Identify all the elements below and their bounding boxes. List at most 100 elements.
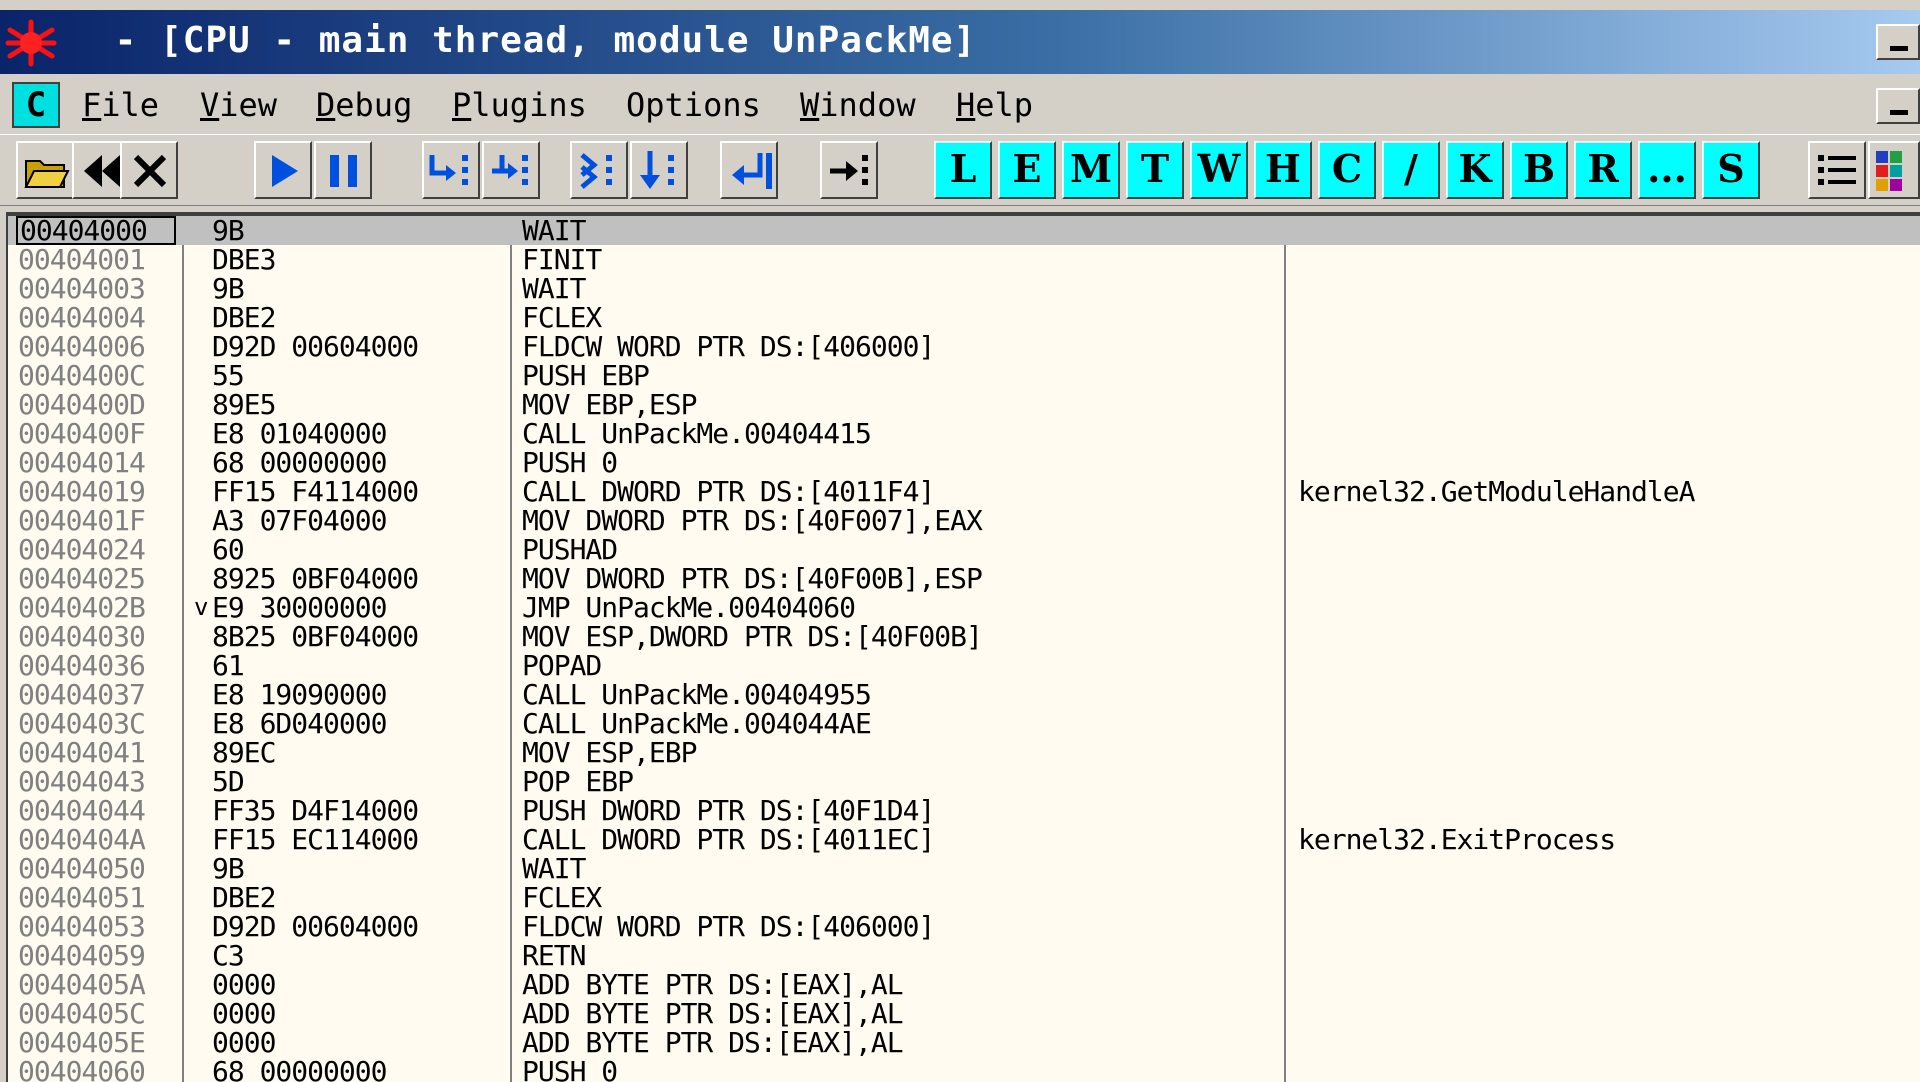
pause-button[interactable] (314, 141, 372, 199)
hex-dump-cell: 0000 (212, 968, 276, 1001)
list-icon (1818, 155, 1856, 185)
disasm-row[interactable]: 00404044 FF35 D4F14000 PUSH DWORD PTR DS:[… (8, 796, 1920, 825)
disasm-row[interactable]: 00404003 9B WAIT (8, 274, 1920, 303)
toolbar-memory-map-button[interactable]: M (1062, 141, 1120, 199)
address-cell: 00404006 (18, 330, 146, 363)
execute-till-return-button[interactable] (720, 141, 778, 199)
disasm-row[interactable]: 0040403C E8 6D040000 CALL UnPackMe.004044A… (8, 709, 1920, 738)
disasm-row[interactable]: 00404006 D92D 00604000 FLDCW WORD PTR DS:[… (8, 332, 1920, 361)
disasm-row[interactable]: 00404019 FF15 F4114000 CALL DWORD PTR DS:[… (8, 477, 1920, 506)
menu-label: Options (626, 86, 761, 124)
disassembly-pane[interactable]: 00404000 9B WAIT 00404001 DBE3 FINIT 00404003 9… (6, 212, 1920, 1082)
comment-cell: kernel32.ExitProcess (1298, 823, 1616, 856)
hex-dump-cell: C3 (212, 939, 245, 972)
disassembly-cell: CALL DWORD PTR DS:[4011EC] (522, 823, 935, 856)
disasm-row[interactable]: 00404014 68 00000000 PUSH 0 (8, 448, 1920, 477)
toolbar-patches-button[interactable]: / (1382, 141, 1440, 199)
menu-options[interactable]: Options (626, 84, 761, 126)
disasm-row[interactable]: 0040405E 0000 ADD BYTE PTR DS:[EAX],AL (8, 1028, 1920, 1057)
close-program-button[interactable] (120, 141, 178, 199)
disasm-row[interactable]: 00404004 DBE2 FCLEX (8, 303, 1920, 332)
go-to-origin-icon (830, 155, 868, 185)
disassembly-cell: MOV DWORD PTR DS:[40F00B],ESP (522, 562, 983, 595)
disasm-row[interactable]: 00404036 61 POPAD (8, 651, 1920, 680)
menu-window[interactable]: Window (800, 84, 916, 126)
hex-dump-cell: DBE2 (212, 881, 276, 914)
execute-till-return-icon (732, 153, 772, 189)
hex-dump-cell: DBE2 (212, 301, 276, 334)
hex-dump-cell: 89EC (212, 736, 276, 769)
menu-mnemonic: P (452, 86, 472, 124)
menu-debug[interactable]: Debug (316, 84, 412, 126)
disasm-row[interactable]: 0040405C 0000 ADD BYTE PTR DS:[EAX],AL (8, 999, 1920, 1028)
disasm-row[interactable]: 00404041 89EC MOV ESP,EBP (8, 738, 1920, 767)
toolbar-breakpoints-button[interactable]: B (1510, 141, 1568, 199)
menu-mnemonic: D (316, 86, 336, 124)
disasm-row[interactable]: 00404053 D92D 00604000 FLDCW WORD PTR DS:[… (8, 912, 1920, 941)
address-cell: 00404060 (18, 1055, 146, 1082)
hex-dump-cell: 5D (212, 765, 245, 798)
menu-mnemonic: V (200, 86, 220, 124)
step-over-button[interactable] (482, 141, 540, 199)
toolbar-executable-modules-button[interactable]: E (998, 141, 1056, 199)
toolbar-log-button[interactable]: L (934, 141, 992, 199)
menu-help[interactable]: Help (956, 84, 1033, 126)
ollydbg-bug-icon[interactable] (4, 18, 58, 68)
toolbar-call-stack-button[interactable]: K (1446, 141, 1504, 199)
menu-file[interactable]: File (82, 84, 159, 126)
disassembly-cell: FLDCW WORD PTR DS:[406000] (522, 330, 935, 363)
hex-dump-cell: 61 (212, 649, 245, 682)
disasm-row[interactable]: 00404051 DBE2 FCLEX (8, 883, 1920, 912)
disasm-row[interactable]: 0040400C 55 PUSH EBP (8, 361, 1920, 390)
disassembly-cell: CALL UnPackMe.00404415 (522, 417, 872, 450)
disassembly-cell: PUSH 0 (522, 1055, 618, 1082)
minimize-button[interactable] (1876, 24, 1920, 60)
disasm-row[interactable]: 0040404A FF15 EC114000 CALL DWORD PTR DS:[… (8, 825, 1920, 854)
disasm-row-selected[interactable]: 00404000 9B WAIT (8, 216, 1920, 245)
trace-into-icon (580, 153, 612, 189)
disasm-row[interactable]: 00404024 60 PUSHAD (8, 535, 1920, 564)
toolbar-threads-button[interactable]: T (1126, 141, 1184, 199)
view-options-button[interactable] (1808, 141, 1866, 199)
trace-over-button[interactable] (630, 141, 688, 199)
menu-view[interactable]: View (200, 84, 277, 126)
toolbar-handles-button[interactable]: H (1254, 141, 1312, 199)
open-button[interactable] (16, 141, 74, 199)
disasm-row[interactable]: 0040402B E9 30000000 JMP UnPackMe.00404060… (8, 593, 1920, 622)
disasm-row[interactable]: 00404059 C3 RETN (8, 941, 1920, 970)
toolbar-references-button[interactable]: R (1574, 141, 1632, 199)
disassembly-cell: WAIT (522, 272, 586, 305)
disasm-row[interactable]: 0040400F E8 01040000 CALL UnPackMe.0040441… (8, 419, 1920, 448)
go-to-origin-button[interactable] (820, 141, 878, 199)
disassembly-cell: PUSH 0 (522, 446, 618, 479)
cpu-window-icon[interactable]: C (12, 82, 60, 128)
open-icon (24, 160, 70, 188)
toolbar: L E M T W H C / K B R... S (0, 134, 1920, 206)
run-button[interactable] (254, 141, 312, 199)
trace-into-button[interactable] (570, 141, 628, 199)
disasm-row[interactable]: 00404037 E8 19090000 CALL UnPackMe.0040495… (8, 680, 1920, 709)
toolbar-source-button[interactable]: S (1702, 141, 1760, 199)
disassembly-cell: ADD BYTE PTR DS:[EAX],AL (522, 1026, 904, 1059)
disasm-row[interactable]: 0040401F A3 07F04000 MOV DWORD PTR DS:[40F… (8, 506, 1920, 535)
minimize-icon (1890, 46, 1908, 51)
disasm-row[interactable]: 00404043 5D POP EBP (8, 767, 1920, 796)
disasm-row[interactable]: 00404060 68 00000000 PUSH 0 (8, 1057, 1920, 1082)
hex-dump-cell: FF15 F4114000 (212, 475, 419, 508)
menu-plugins[interactable]: Plugins (452, 84, 587, 126)
mdi-minimize-button[interactable] (1876, 88, 1920, 124)
disasm-row[interactable]: 0040405A 0000 ADD BYTE PTR DS:[EAX],AL (8, 970, 1920, 999)
step-into-button[interactable] (422, 141, 480, 199)
toolbar-run-trace-button[interactable]: ... (1638, 141, 1696, 199)
disasm-row[interactable]: 00404025 8925 0BF04000 MOV DWORD PTR DS:[4… (8, 564, 1920, 593)
address-cell: 0040400F (18, 417, 146, 450)
toolbar-windows-button[interactable]: W (1190, 141, 1248, 199)
hex-dump-cell: 9B (212, 852, 245, 885)
disasm-row[interactable]: 00404030 8B25 0BF04000 MOV ESP,DWORD PTR D… (8, 622, 1920, 651)
disasm-row[interactable]: 0040400D 89E5 MOV EBP,ESP (8, 390, 1920, 419)
disassembly-cell: FLDCW WORD PTR DS:[406000] (522, 910, 935, 943)
toolbar-cpu-button[interactable]: C (1318, 141, 1376, 199)
disasm-row[interactable]: 00404001 DBE3 FINIT (8, 245, 1920, 274)
colors-button[interactable] (1868, 141, 1920, 199)
disasm-row[interactable]: 00404050 9B WAIT (8, 854, 1920, 883)
